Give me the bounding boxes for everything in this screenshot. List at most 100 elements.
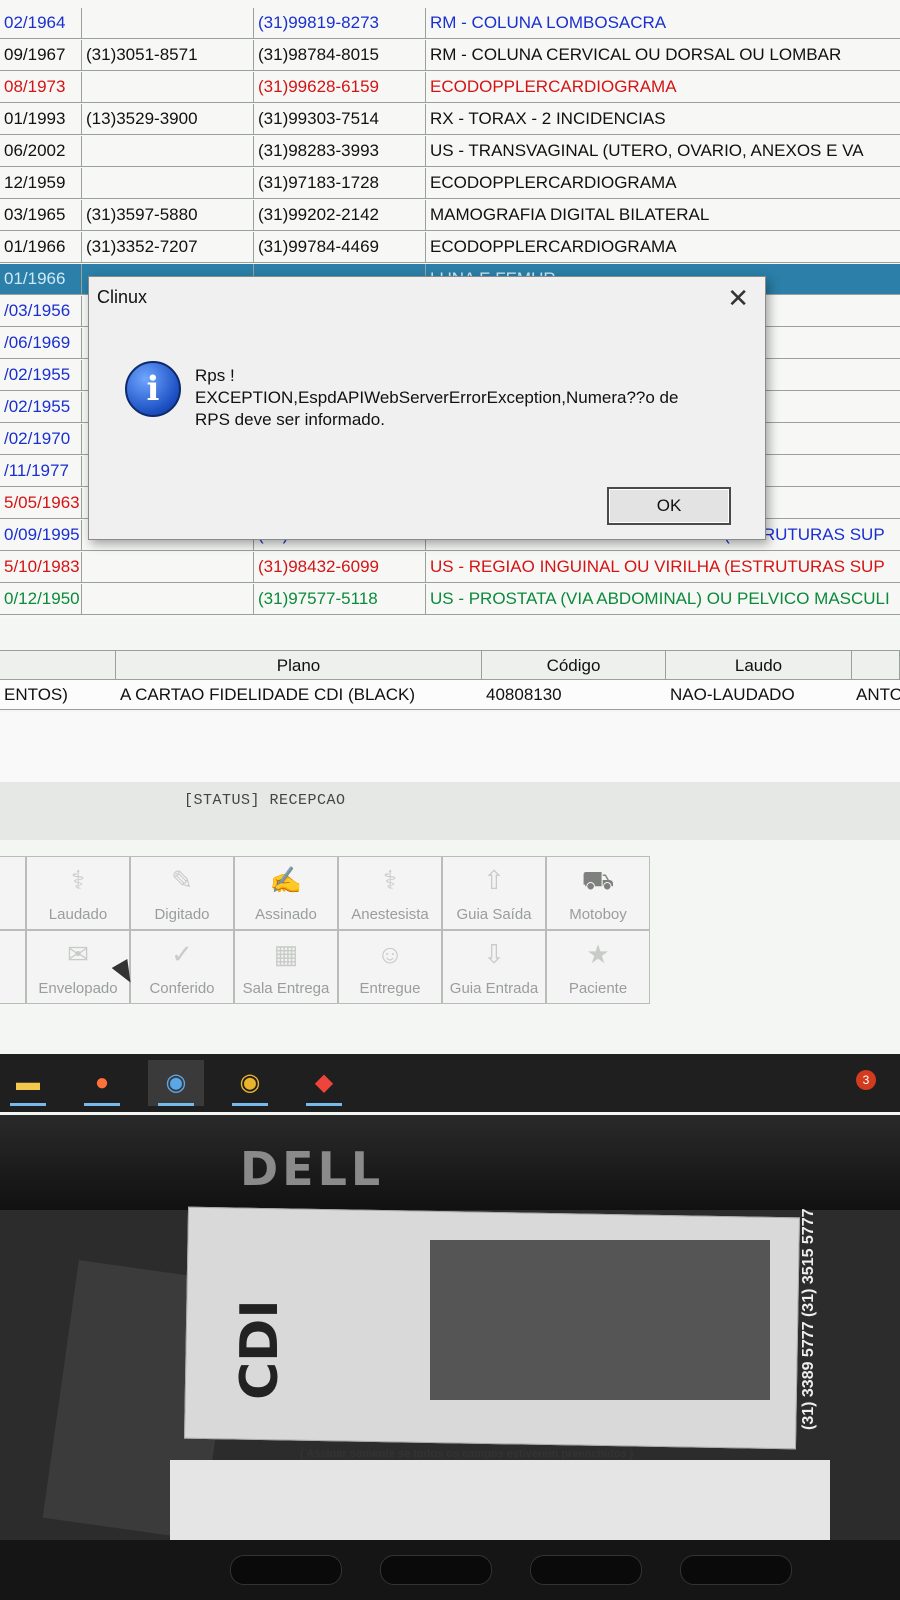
- detail-cell-codigo[interactable]: 40808130: [482, 680, 666, 710]
- filter-button[interactable]: ▦ Sala Entrega: [234, 930, 338, 1004]
- filter-button[interactable]: ⇩ Guia Entrada: [442, 930, 546, 1004]
- detail-cell[interactable]: ANTO: [852, 680, 900, 710]
- table-cell-date[interactable]: 0/09/1995: [0, 520, 82, 550]
- filter-button[interactable]: a: [0, 856, 26, 930]
- keyboard-key: [530, 1555, 642, 1585]
- table-cell-date[interactable]: 01/1993: [0, 104, 82, 134]
- detail-empty-area: [0, 712, 900, 783]
- table-cell-tel2[interactable]: (31)99303-7514: [254, 104, 426, 134]
- table-cell-exam[interactable]: ECODOPPLERCARDIOGRAMA: [426, 232, 900, 262]
- filter-button[interactable]: ⚕ Anestesista: [338, 856, 442, 930]
- table-cell-tel1[interactable]: (31)3051-8571: [82, 40, 254, 70]
- filter-button[interactable]: ⇧ Guia Saída: [442, 856, 546, 930]
- table-cell-tel1[interactable]: [82, 136, 254, 166]
- table-row[interactable]: 01/1966 (31)3352-7207 (31)99784-4469 ECODOP…: [0, 232, 900, 263]
- detail-cell-plano[interactable]: A CARTAO FIDELIDADE CDI (BLACK): [116, 680, 482, 710]
- filter-button[interactable]: ✍ Assinado: [234, 856, 338, 930]
- table-row[interactable]: 08/1973 (31)99628-6159 ECODOPPLERCARDIOGRA…: [0, 72, 900, 103]
- table-cell-tel2[interactable]: (31)99819-8273: [254, 8, 426, 38]
- table-cell-date[interactable]: /03/1956: [0, 296, 82, 326]
- file-explorer-icon[interactable]: ▬: [0, 1060, 56, 1106]
- table-cell-tel2[interactable]: (31)98784-8015: [254, 40, 426, 70]
- detail-header-plano[interactable]: Plano: [116, 650, 482, 680]
- detail-header-codigo[interactable]: Código: [482, 650, 666, 680]
- detail-header-laudo[interactable]: Laudo: [666, 650, 852, 680]
- chrome-icon[interactable]: ◉: [222, 1060, 278, 1106]
- table-cell-date[interactable]: /02/1970: [0, 424, 82, 454]
- table-cell-tel1[interactable]: [82, 72, 254, 102]
- table-row[interactable]: 01/1993 (13)3529-3900 (31)99303-7514 RX - T…: [0, 104, 900, 135]
- ok-button[interactable]: OK: [607, 487, 731, 525]
- clinux-app-icon[interactable]: ◉: [148, 1060, 204, 1106]
- table-cell-exam[interactable]: RM - COLUNA CERVICAL OU DORSAL OU LOMBAR: [426, 40, 900, 70]
- anydesk-icon[interactable]: ◆: [296, 1060, 352, 1106]
- table-cell-tel2[interactable]: (31)97183-1728: [254, 168, 426, 198]
- table-cell-date[interactable]: 09/1967: [0, 40, 82, 70]
- table-cell-exam[interactable]: ECODOPPLERCARDIOGRAMA: [426, 168, 900, 198]
- detail-cell-laudo[interactable]: NAO-LAUDADO: [666, 680, 852, 710]
- table-cell-tel2[interactable]: (31)99784-4469: [254, 232, 426, 262]
- firefox-icon[interactable]: ●: [74, 1060, 130, 1106]
- table-cell-date[interactable]: /06/1969: [0, 328, 82, 358]
- filter-button[interactable]: ndo: [0, 930, 26, 1004]
- table-cell-date[interactable]: 01/1966: [0, 232, 82, 262]
- running-indicator: [158, 1103, 194, 1106]
- filter-button[interactable]: ✓ Conferido: [130, 930, 234, 1004]
- filter-button[interactable]: ✎ Digitado: [130, 856, 234, 930]
- table-cell-tel1[interactable]: (31)3352-7207: [82, 232, 254, 262]
- table-cell-tel2[interactable]: (31)97577-5118: [254, 584, 426, 614]
- table-row[interactable]: 02/1964 (31)99819-8273 RM - COLUNA LOMBOSA…: [0, 8, 900, 39]
- filter-icon: ★: [586, 939, 610, 969]
- table-cell-date[interactable]: 12/1959: [0, 168, 82, 198]
- table-cell-exam[interactable]: RM - COLUNA LOMBOSACRA: [426, 8, 900, 38]
- filter-icon: ⇧: [483, 865, 505, 895]
- table-cell-exam[interactable]: ECODOPPLERCARDIOGRAMA: [426, 72, 900, 102]
- table-cell-tel2[interactable]: (31)99628-6159: [254, 72, 426, 102]
- detail-cell[interactable]: ENTOS): [0, 680, 116, 710]
- notification-badge[interactable]: 3: [856, 1070, 876, 1090]
- table-cell-exam[interactable]: RX - TORAX - 2 INCIDENCIAS: [426, 104, 900, 134]
- table-cell-date[interactable]: /11/1977: [0, 456, 82, 486]
- table-row[interactable]: 0/12/1950 (31)97577-5118 US - PROSTATA (VI…: [0, 584, 900, 615]
- table-cell-date[interactable]: 5/05/1963: [0, 488, 82, 518]
- filter-button[interactable]: ☺ Entregue: [338, 930, 442, 1004]
- screen: 02/1964 (31)99819-8273 RM - COLUNA LOMBOSA…: [0, 0, 900, 1115]
- table-cell-date[interactable]: 08/1973: [0, 72, 82, 102]
- error-dialog[interactable]: Clinux ✕ i Rps ! EXCEPTION,EspdAPIWebSer…: [88, 276, 766, 540]
- table-cell-tel1[interactable]: [82, 584, 254, 614]
- table-cell-date[interactable]: 03/1965: [0, 200, 82, 230]
- table-row[interactable]: 09/1967 (31)3051-8571 (31)98784-8015 RM - C…: [0, 40, 900, 71]
- table-cell-tel1[interactable]: [82, 8, 254, 38]
- table-cell-tel1[interactable]: [82, 552, 254, 582]
- table-cell-tel2[interactable]: (31)98283-3993: [254, 136, 426, 166]
- table-cell-date[interactable]: 02/1964: [0, 8, 82, 38]
- filter-button[interactable]: ⛟ Motoboy: [546, 856, 650, 930]
- table-cell-date[interactable]: /02/1955: [0, 392, 82, 422]
- table-cell-exam[interactable]: US - REGIAO INGUINAL OU VIRILHA (ESTRUTU…: [426, 552, 900, 582]
- pad-notes-box: [430, 1240, 770, 1400]
- filter-label: Entregue: [359, 980, 421, 997]
- table-cell-date[interactable]: 06/2002: [0, 136, 82, 166]
- close-icon[interactable]: ✕: [727, 283, 749, 313]
- table-cell-tel2[interactable]: (31)98432-6099: [254, 552, 426, 582]
- table-cell-tel2[interactable]: (31)99202-2142: [254, 200, 426, 230]
- filter-label: Guia Saída: [456, 906, 532, 923]
- table-cell-date[interactable]: 5/10/1983: [0, 552, 82, 582]
- filter-button[interactable]: ★ Paciente: [546, 930, 650, 1004]
- filter-button[interactable]: ⚕ Laudado: [26, 856, 130, 930]
- table-row[interactable]: 03/1965 (31)3597-5880 (31)99202-2142 MAMOGR…: [0, 200, 900, 231]
- table-cell-date[interactable]: /02/1955: [0, 360, 82, 390]
- filter-icon: ⚕: [382, 865, 398, 895]
- table-cell-tel1[interactable]: (31)3597-5880: [82, 200, 254, 230]
- table-cell-exam[interactable]: US - PROSTATA (VIA ABDOMINAL) OU PELVICO…: [426, 584, 900, 614]
- table-cell-tel1[interactable]: (13)3529-3900: [82, 104, 254, 134]
- table-cell-tel1[interactable]: [82, 168, 254, 198]
- table-row[interactable]: 06/2002 (31)98283-3993 US - TRANSVAGINAL (…: [0, 136, 900, 167]
- filter-icon: ▦: [273, 939, 299, 969]
- table-row[interactable]: 5/10/1983 (31)98432-6099 US - REGIAO INGUI…: [0, 552, 900, 583]
- table-cell-date[interactable]: 0/12/1950: [0, 584, 82, 614]
- table-row[interactable]: 12/1959 (31)97183-1728 ECODOPPLERCARDIOGRA…: [0, 168, 900, 199]
- table-cell-date[interactable]: 01/1966: [0, 264, 82, 294]
- table-cell-exam[interactable]: US - TRANSVAGINAL (UTERO, OVARIO, ANEXOS…: [426, 136, 900, 166]
- table-cell-exam[interactable]: MAMOGRAFIA DIGITAL BILATERAL: [426, 200, 900, 230]
